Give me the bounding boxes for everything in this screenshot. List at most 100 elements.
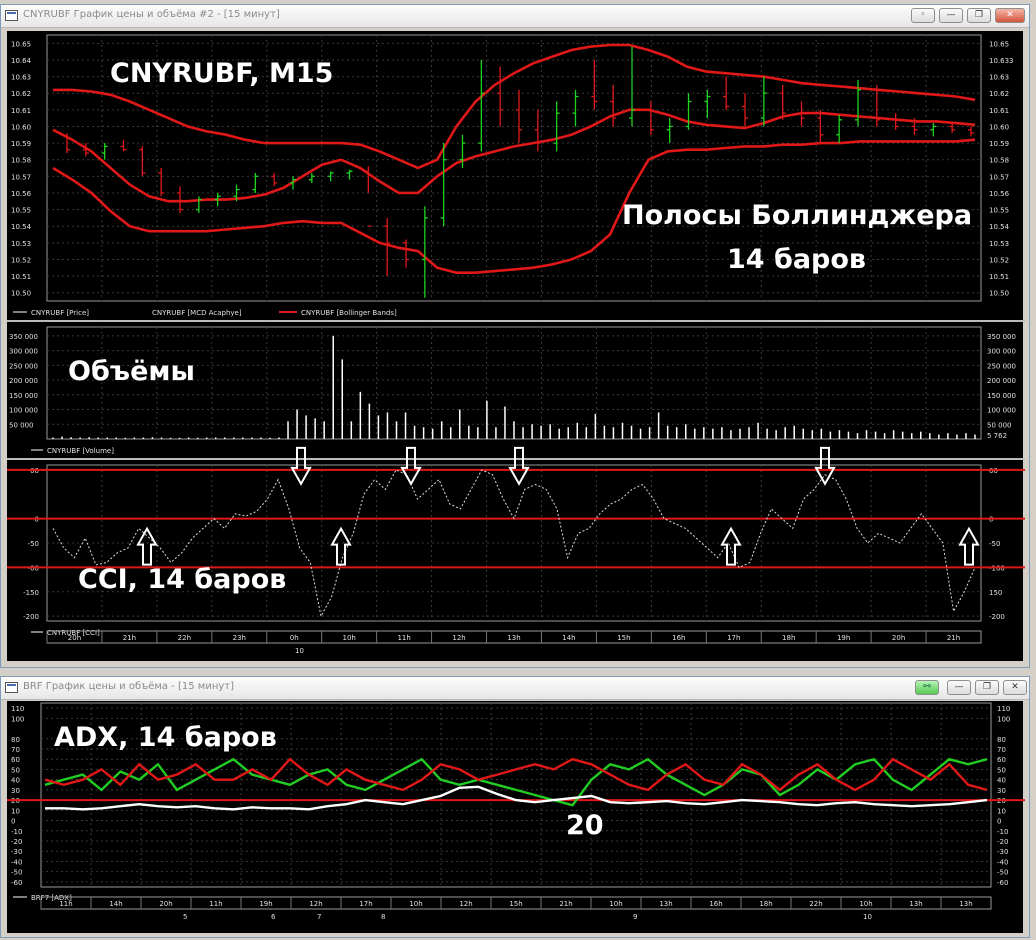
adx-ytick-left: 80	[11, 736, 20, 744]
price-ytick-left: 10.60	[11, 123, 31, 131]
price-ytick-right: 10.633	[989, 57, 1014, 65]
time-axis-2-label: 19h	[259, 900, 272, 908]
cci-ytick-left: -150	[23, 589, 39, 597]
cci-ytick-left: -200	[23, 613, 39, 621]
price-ytick-left: 10.59	[11, 140, 31, 148]
adx-label: ADX, 14 баров	[54, 722, 277, 753]
chart-window-icon	[5, 10, 18, 21]
time-axis-1-label: 20h	[892, 634, 905, 642]
adx-ytick-left: 60	[11, 756, 20, 764]
maximize-button[interactable]: ❐	[967, 8, 991, 23]
time-axis-1-label: 21h	[947, 634, 960, 642]
price-legend-bollinger: CNYRUBF [Bollinger Bands]	[301, 309, 397, 317]
time-axis-2-label: 10h	[859, 900, 872, 908]
signal-arrow-down	[400, 446, 422, 486]
time-axis-1-label: 23h	[233, 634, 246, 642]
price-ytick-left: 10.54	[11, 223, 32, 231]
volume-legend: CNYRUBF [Volume]	[47, 447, 114, 455]
adx-ytick-left: -50	[11, 869, 22, 877]
adx-ytick-right: -40	[997, 858, 1008, 866]
price-ytick-right: 10.57	[989, 173, 1009, 181]
volume-ytick-left: 200 000	[9, 377, 38, 385]
chart-window-brf: BRF График цены и объёма - [15 минут] ⚯ …	[0, 676, 1030, 938]
adx-ytick-right: 60	[997, 756, 1006, 764]
window-titlebar-2[interactable]: BRF График цены и объёма - [15 минут] ⚯ …	[1, 677, 1029, 700]
time-axis-1-label: 10h	[343, 634, 356, 642]
price-ytick-right: 10.63	[989, 74, 1009, 82]
price-ytick-left: 10.52	[11, 256, 31, 264]
price-ytick-right: 10.59	[989, 140, 1009, 148]
extra-button[interactable]: ◦	[911, 8, 935, 23]
adx-ytick-right: 50	[997, 766, 1006, 774]
time-axis-2-label: 16h	[709, 900, 722, 908]
price-ytick-right: 10.61	[989, 107, 1009, 115]
volume-ytick-left: 50 000	[9, 421, 34, 429]
volume-ytick-left: 150 000	[9, 392, 38, 400]
date-axis-2-label: 6	[271, 913, 276, 921]
time-axis-1-label: 22h	[178, 634, 191, 642]
price-ytick-left: 10.51	[11, 273, 31, 281]
volume-ytick-left: 100 000	[9, 407, 38, 415]
volume-ytick-right: 150 000	[987, 392, 1016, 400]
adx-ytick-right: -50	[997, 869, 1008, 877]
price-ytick-left: 10.56	[11, 190, 32, 198]
adx-ytick-left: -40	[11, 858, 22, 866]
link-button[interactable]: ⚯	[915, 680, 939, 695]
time-axis-1-label: 11h	[397, 634, 410, 642]
price-ytick-right: 10.65	[989, 40, 1009, 48]
adx-ytick-left: 70	[11, 746, 20, 754]
cci-ytick-right: -200	[989, 613, 1005, 621]
cci-ytick-left: -50	[28, 540, 39, 548]
window-titlebar[interactable]: CNYRUBF График цены и объёма #2 - [15 ми…	[1, 5, 1029, 28]
minimize-button[interactable]: —	[939, 8, 963, 23]
price-ytick-left: 10.64	[11, 57, 32, 65]
cci-label: CCI, 14 баров	[78, 564, 287, 595]
maximize-button-2[interactable]: ❐	[975, 680, 999, 695]
adx-series-di	[44, 757, 988, 807]
time-axis-2-label: 12h	[459, 900, 472, 908]
time-axis-2-label: 14h	[109, 900, 122, 908]
time-axis-2-label: 11h	[209, 900, 222, 908]
time-axis-1-label: 17h	[727, 634, 740, 642]
time-axis-1-label: 0h	[290, 634, 299, 642]
cci-ytick-right: 150	[989, 589, 1002, 597]
volume-ytick-right: 250 000	[987, 362, 1016, 370]
time-axis-2-label: 22h	[809, 900, 822, 908]
volume-ytick-right: 200 000	[987, 377, 1016, 385]
time-axis-1-label: 21h	[123, 634, 136, 642]
price-ytick-right: 10.51	[989, 273, 1009, 281]
time-axis-2-label: 11h	[59, 900, 72, 908]
volumes-label: Объёмы	[68, 356, 195, 387]
volume-ytick-right: 5 762	[987, 432, 1007, 440]
close-button-2[interactable]: ✕	[1003, 680, 1027, 695]
adx-ytick-right: 0	[997, 818, 1001, 826]
volume-ytick-left: 300 000	[9, 348, 38, 356]
volume-ytick-right: 50 000	[987, 421, 1012, 429]
volume-ytick-right: 100 000	[987, 407, 1016, 415]
volume-ytick-right: 350 000	[987, 333, 1016, 341]
window-title-2: BRF График цены и объёма - [15 минут]	[23, 681, 235, 692]
signal-arrow-down	[814, 446, 836, 486]
minimize-button-2[interactable]: —	[947, 680, 971, 695]
adx-ytick-right: -20	[997, 838, 1008, 846]
time-axis-2-label: 13h	[959, 900, 972, 908]
adx-ytick-right: 10	[997, 807, 1006, 815]
price-ytick-right: 10.52	[989, 256, 1009, 264]
time-axis-2-label: 10h	[609, 900, 622, 908]
instrument-label: CNYRUBF, M15	[110, 58, 334, 89]
price-ytick-right: 10.62	[989, 90, 1009, 98]
time-axis-1-label: 14h	[562, 634, 575, 642]
adx-ytick-left: 30	[11, 787, 20, 795]
adx-ytick-left: -10	[11, 828, 22, 836]
bollinger-label: Полосы Боллинджера	[622, 200, 973, 231]
price-ytick-left: 10.65	[11, 40, 31, 48]
date-axis-2-label: 7	[317, 913, 321, 921]
close-button[interactable]: ✕	[995, 8, 1025, 23]
date-axis-2-label: 10	[863, 913, 872, 921]
time-axis-2-label: 18h	[759, 900, 772, 908]
window-title: CNYRUBF График цены и объёма #2 - [15 ми…	[23, 9, 280, 20]
time-axis-2-label: 13h	[909, 900, 922, 908]
adx-ytick-left: 0	[11, 818, 15, 826]
time-axis-2-label: 10h	[409, 900, 422, 908]
adx-ytick-left: -20	[11, 838, 22, 846]
